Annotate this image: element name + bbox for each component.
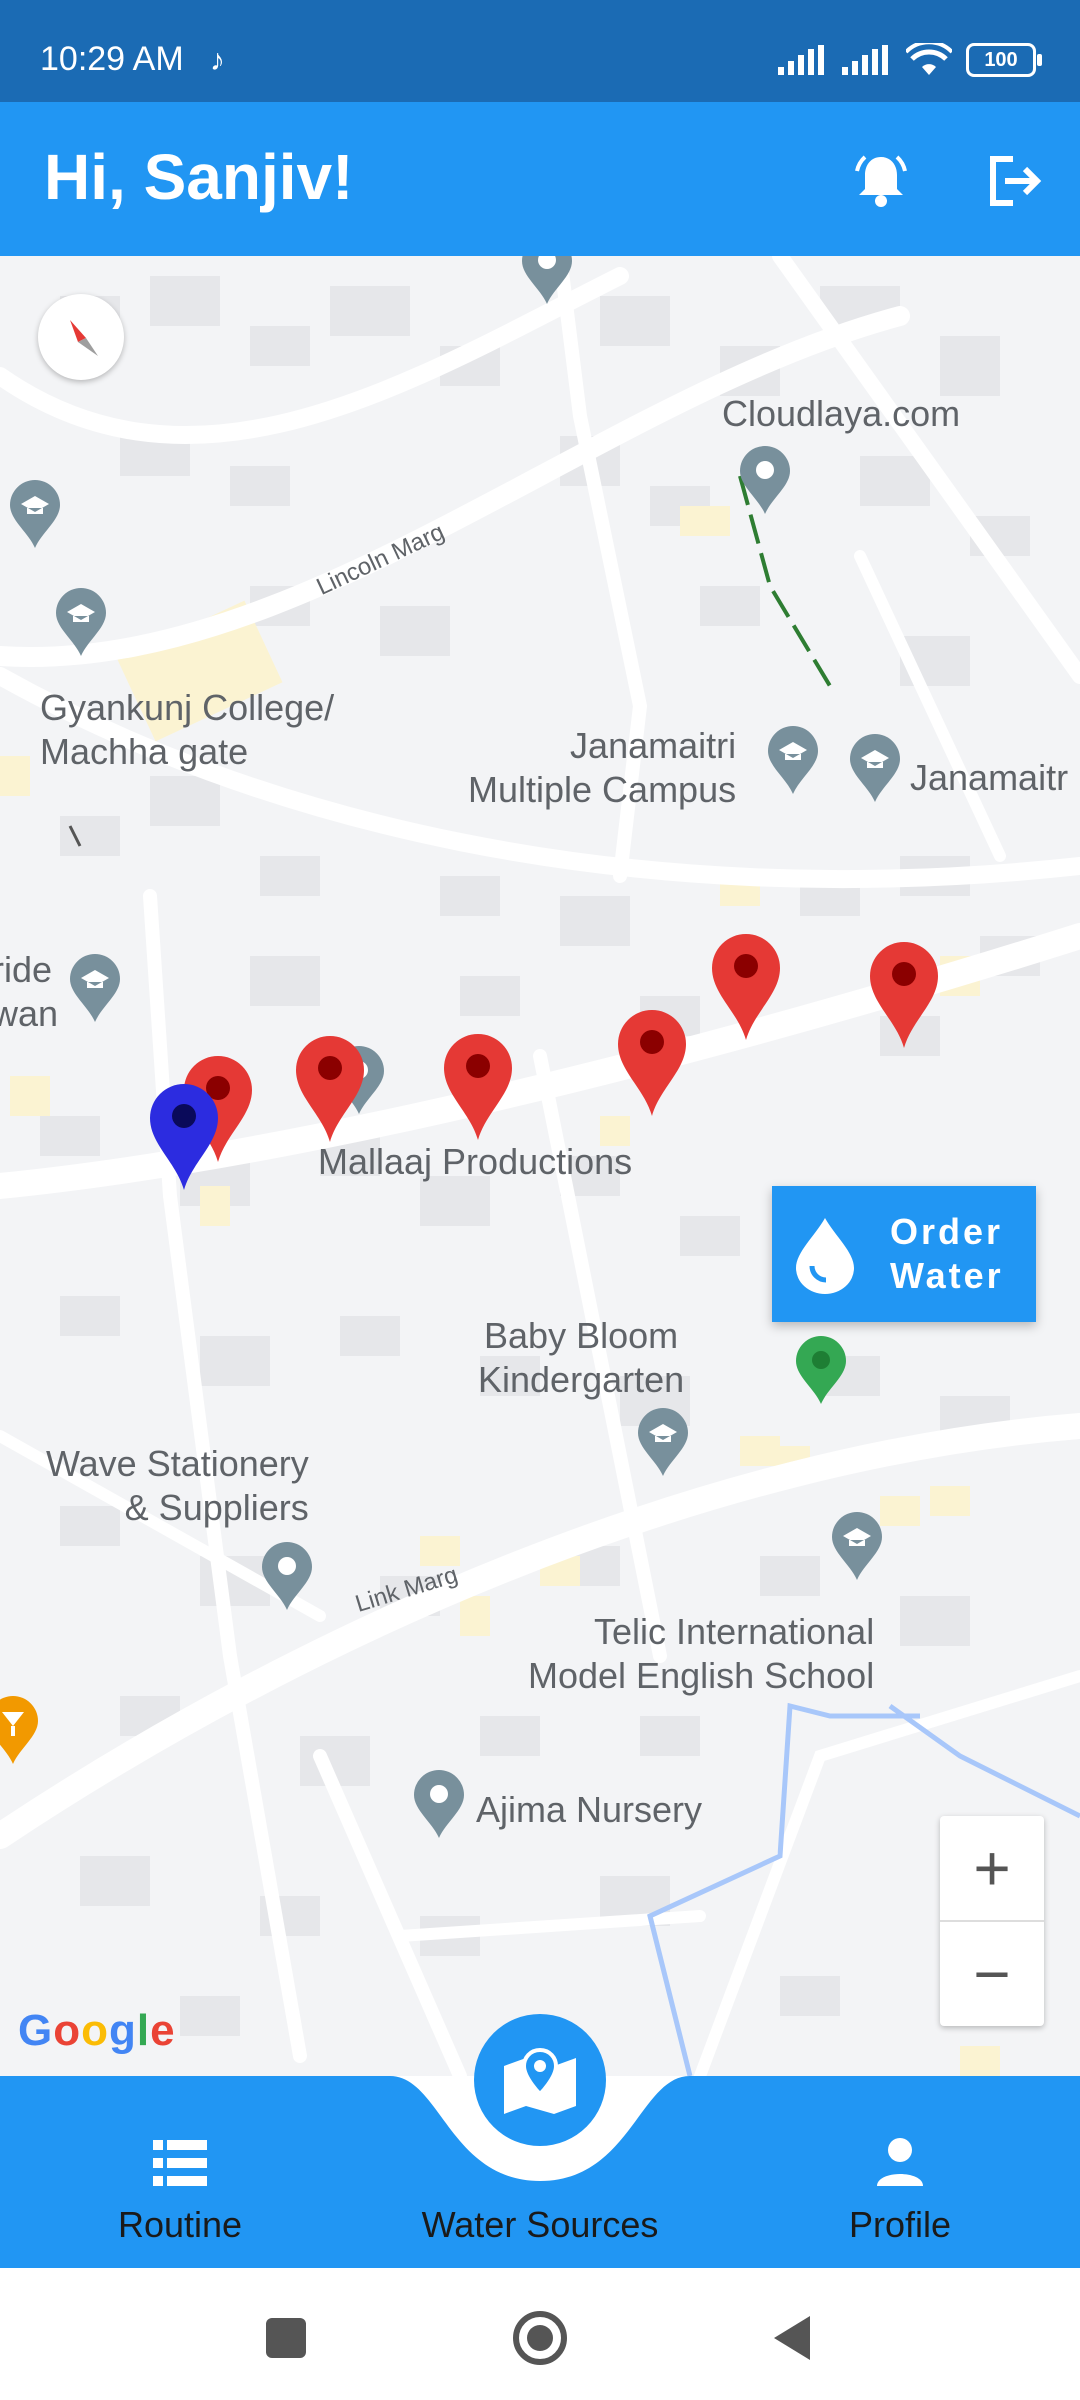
school-marker-icon[interactable] [636,1408,690,1478]
bell-ring-icon [855,155,907,207]
place-label: ride wan [0,949,59,1034]
nav-label: Routine [117,2204,243,2245]
status-time: 10:29 AM [40,40,184,78]
place-label: Cloudlaya.com [722,393,961,434]
current-location-pin-icon[interactable] [148,1082,220,1192]
map-view[interactable]: Cloudlaya.com Gyankunj College/ Machha g… [0,256,1080,2076]
place-label: Wave Stationery & Suppliers [46,1443,309,1528]
place-label: Janamaitri Multiple Campus [468,725,737,810]
zoom-out-button[interactable]: − [940,1922,1044,2026]
place-marker-icon[interactable] [520,256,574,306]
signal-icon [842,45,888,75]
water-source-pin-icon[interactable] [616,1008,688,1118]
place-label: Gyankunj College/ Machha gate [40,687,335,772]
recents-button[interactable] [256,2308,316,2368]
bar-marker-icon[interactable] [0,1696,40,1766]
nav-label: Profile [848,2204,952,2245]
green-marker-icon[interactable] [794,1336,848,1406]
google-logo: Google [18,2006,176,2055]
water-source-pin-icon[interactable] [442,1032,514,1142]
zoom-controls: + − [940,1816,1044,2026]
water-sources-fab[interactable] [474,2014,606,2146]
place-label: Janamaitr [910,757,1069,798]
place-label: Baby Bloom Kindergarten [478,1315,685,1400]
music-note-icon: ♪ [210,44,225,77]
nav-label: Water Sources [421,2204,659,2245]
order-label-line2: Water [890,1255,1004,1296]
place-marker-icon[interactable] [260,1542,314,1612]
greeting-title: Hi, Sanjiv! [44,141,354,213]
place-label: Telic International Model English School [528,1611,875,1696]
place-marker-icon[interactable] [412,1770,466,1840]
map-icon [504,2047,576,2114]
order-water-button[interactable]: Order Water [772,1186,1036,1322]
app-bar: Hi, Sanjiv! [0,102,1080,256]
water-source-pin-icon[interactable] [294,1034,366,1144]
status-icons: 100 [778,40,1042,80]
school-marker-icon[interactable] [830,1512,884,1582]
nav-item-profile[interactable]: Profile [780,2076,1020,2268]
logout-button[interactable] [980,146,1050,216]
school-marker-icon[interactable] [54,588,108,658]
wifi-icon [906,43,952,75]
person-icon [877,2138,923,2186]
back-button[interactable] [762,2308,822,2368]
status-bar: 10:29 AM ♪ 100 [0,0,1080,102]
school-marker-icon[interactable] [766,726,820,796]
battery-level: 100 [984,48,1018,71]
school-marker-icon[interactable] [8,480,62,550]
list-icon [153,2140,207,2186]
water-source-pin-icon[interactable] [710,932,782,1042]
water-source-pin-icon[interactable] [868,940,940,1050]
circle-icon [513,2311,567,2365]
compass-button[interactable] [38,294,124,380]
nav-item-routine[interactable]: Routine [60,2076,300,2268]
water-drop-icon [788,1217,862,1294]
place-label: Mallaaj Productions [318,1141,633,1182]
battery-icon: 100 [966,43,1042,77]
home-button[interactable] [510,2308,570,2368]
place-marker-icon[interactable] [738,446,792,516]
zoom-in-button[interactable]: + [940,1816,1044,1920]
triangle-back-icon [774,2316,810,2360]
signal-icon [778,45,824,75]
place-label: Ajima Nursery [476,1789,703,1830]
compass-icon [70,320,98,356]
square-icon [266,2318,306,2358]
logout-icon [990,156,1042,206]
system-navigation-bar [0,2268,1080,2400]
notification-button[interactable] [846,146,916,216]
school-marker-icon[interactable] [68,954,122,1024]
order-label-line1: Order [890,1211,1004,1252]
school-marker-icon[interactable] [848,734,902,804]
